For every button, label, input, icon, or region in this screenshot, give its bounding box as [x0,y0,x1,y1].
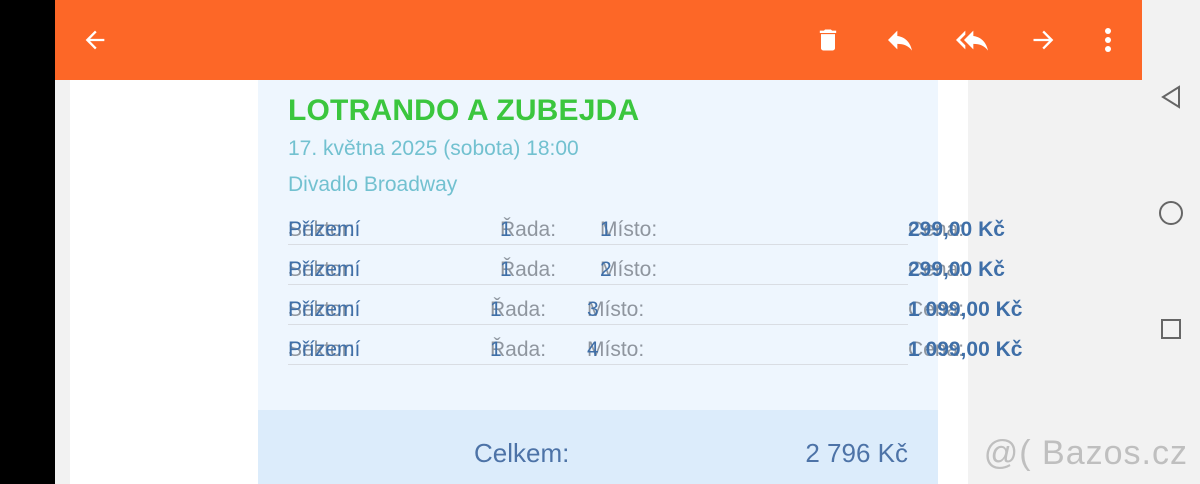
nav-recents-icon[interactable] [1156,314,1186,344]
app-toolbar [55,0,1142,80]
sector-value: Přízemí [288,258,361,281]
seat-value: 2 [600,258,612,281]
ticket-row: Sektor: Přízemí Řada: 1 Místo: 2 Cena: 2… [288,244,1005,285]
ticket-row: Sektor: Přízemí Řada: 1 Místo: 4 Cena: 1… [288,324,1022,365]
reply-all-icon[interactable] [946,14,998,66]
nav-back-icon[interactable] [1156,82,1186,112]
seat-value: 4 [587,338,599,361]
seat-value: 1 [600,218,612,241]
screen-edge [0,0,55,484]
more-vert-icon[interactable] [1082,14,1134,66]
row-value: 1 [490,298,502,321]
price-value: 299,00 Kč [908,218,1005,241]
delete-icon[interactable] [802,14,854,66]
sector-value: Přízemí [288,338,361,361]
sector-value: Přízemí [288,298,361,321]
system-navbar [1142,0,1200,484]
row-value: 1 [500,218,512,241]
sector-value: Přízemí [288,218,361,241]
bazos-watermark: @( Bazos.cz [983,434,1188,472]
seat-value: 3 [587,298,599,321]
event-title: LOTRANDO A ZUBEJDA [288,94,640,127]
back-arrow-icon[interactable] [69,14,121,66]
row-value: 1 [500,258,512,281]
total-label: Celkem: [474,438,570,468]
forward-icon[interactable] [1018,14,1070,66]
price-value: 299,00 Kč [908,258,1005,281]
total-value: 2 796 Kč [805,438,908,468]
price-value: 1 099,00 Kč [908,298,1023,321]
event-date: 17. května 2025 (sobota) 18:00 [288,137,579,160]
nav-home-icon[interactable] [1156,198,1186,228]
ticket-row: Sektor: Přízemí Řada: 1 Místo: 1 Cena: 2… [288,204,1005,245]
event-venue: Divadlo Broadway [288,173,458,196]
reply-icon[interactable] [874,14,926,66]
price-value: 1 099,00 Kč [908,338,1023,361]
ticket-row: Sektor: Přízemí Řada: 1 Místo: 3 Cena: 1… [288,284,1022,325]
row-value: 1 [490,338,502,361]
